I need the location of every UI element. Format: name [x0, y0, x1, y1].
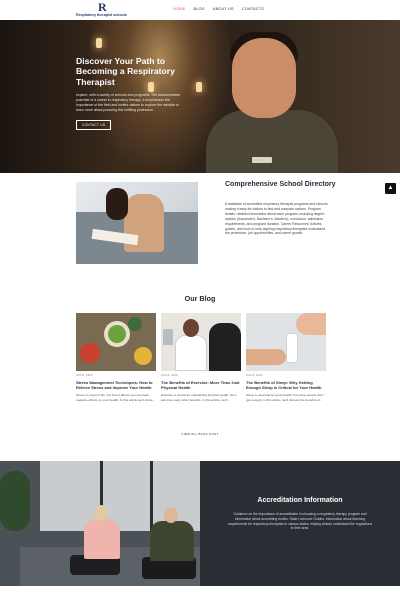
accreditation-title: Accreditation Information	[257, 497, 343, 504]
site-header: R Respiratory therapist schools HOME BLO…	[0, 0, 400, 20]
blog-excerpt: Sleep is essential for good health, but …	[246, 393, 324, 402]
plant-shape	[0, 471, 30, 531]
hero-content: Discover Your Path to Becoming a Respira…	[76, 56, 182, 131]
name-badge	[252, 157, 272, 163]
equipment-shape	[163, 329, 173, 345]
reader-hair	[106, 188, 128, 220]
blog-excerpt: Exercise is crucial for maintaining phys…	[161, 393, 237, 402]
blog-date: JUN 8, 2024	[76, 374, 93, 377]
blog-card[interactable]: JUN 8, 2024 The Benefits of Exercise: Mo…	[161, 313, 241, 402]
blog-excerpt: Stress is a part of life, but how it aff…	[76, 393, 156, 402]
woman-body	[84, 519, 120, 559]
site-logo[interactable]: R Respiratory therapist schools	[76, 1, 132, 19]
hand-shape	[296, 313, 326, 335]
scroll-to-top-button[interactable]: ▲	[385, 183, 396, 194]
blog-image-doctor[interactable]	[161, 313, 241, 371]
lamp-image	[96, 38, 102, 48]
accreditation-text: Guidance on the importance of accreditat…	[227, 512, 373, 531]
arrow-up-icon: ▲	[387, 185, 394, 191]
bottle-shape	[286, 333, 298, 363]
man-head	[164, 507, 178, 523]
woman-head	[94, 505, 108, 521]
hero-subtitle: explore, with a variety of schools and p…	[76, 93, 181, 113]
blog-date: JUN 8, 2024	[246, 374, 263, 377]
nav-about-us[interactable]: ABOUT US	[213, 7, 234, 11]
nav-contacts[interactable]: CONTACTS	[242, 7, 264, 11]
directory-text: A database of accredited respiratory the…	[225, 202, 329, 236]
salad-shape	[108, 325, 126, 343]
lamp-image	[196, 82, 202, 92]
logo-mark: R	[98, 0, 107, 14]
patient-shape	[209, 323, 241, 371]
blog-image-hands[interactable]	[246, 313, 326, 371]
contact-us-button[interactable]: CONTACT US	[76, 120, 112, 131]
blog-card[interactable]: JUN 8, 2024 The Benefits of Sleep: Why G…	[246, 313, 326, 402]
doctor-body	[175, 335, 207, 371]
blog-card[interactable]: JUN 8, 2024 Stress Management Techniques…	[76, 313, 156, 402]
blog-image-food[interactable]	[76, 313, 156, 371]
nav-home[interactable]: HOME	[173, 7, 185, 11]
hero-section: Discover Your Path to Becoming a Respira…	[0, 20, 400, 173]
bowl-shape	[134, 347, 152, 365]
doctor-head	[183, 319, 199, 337]
directory-image	[76, 182, 198, 264]
main-nav: HOME BLOG ABOUT US CONTACTS	[173, 7, 264, 11]
hand-shape	[246, 349, 286, 365]
hero-title: Discover Your Path to Becoming a Respira…	[76, 56, 175, 87]
window-frame	[150, 461, 153, 531]
bowl-shape	[80, 343, 100, 363]
view-all-blog-link[interactable]: VIEW ALL BLOG POST	[0, 432, 400, 436]
hero-person-image	[206, 110, 338, 173]
blog-title[interactable]: Stress Management Techniques: How to Rel…	[76, 380, 156, 390]
blog-title[interactable]: The Benefits of Sleep: Why Getting Enoug…	[246, 380, 326, 390]
hero-person-face	[232, 38, 296, 118]
blog-date: JUN 8, 2024	[161, 374, 178, 377]
blog-heading: Our Blog	[184, 294, 216, 303]
blog-title[interactable]: The Benefits of Exercise: More Than Just…	[161, 380, 241, 390]
logo-text: Respiratory therapist schools	[76, 13, 127, 17]
nav-blog[interactable]: BLOG	[193, 7, 204, 11]
man-body	[150, 521, 194, 561]
accreditation-image	[0, 461, 200, 586]
directory-title: Comprehensive School Directory	[225, 181, 336, 188]
bowl-shape	[128, 317, 142, 331]
